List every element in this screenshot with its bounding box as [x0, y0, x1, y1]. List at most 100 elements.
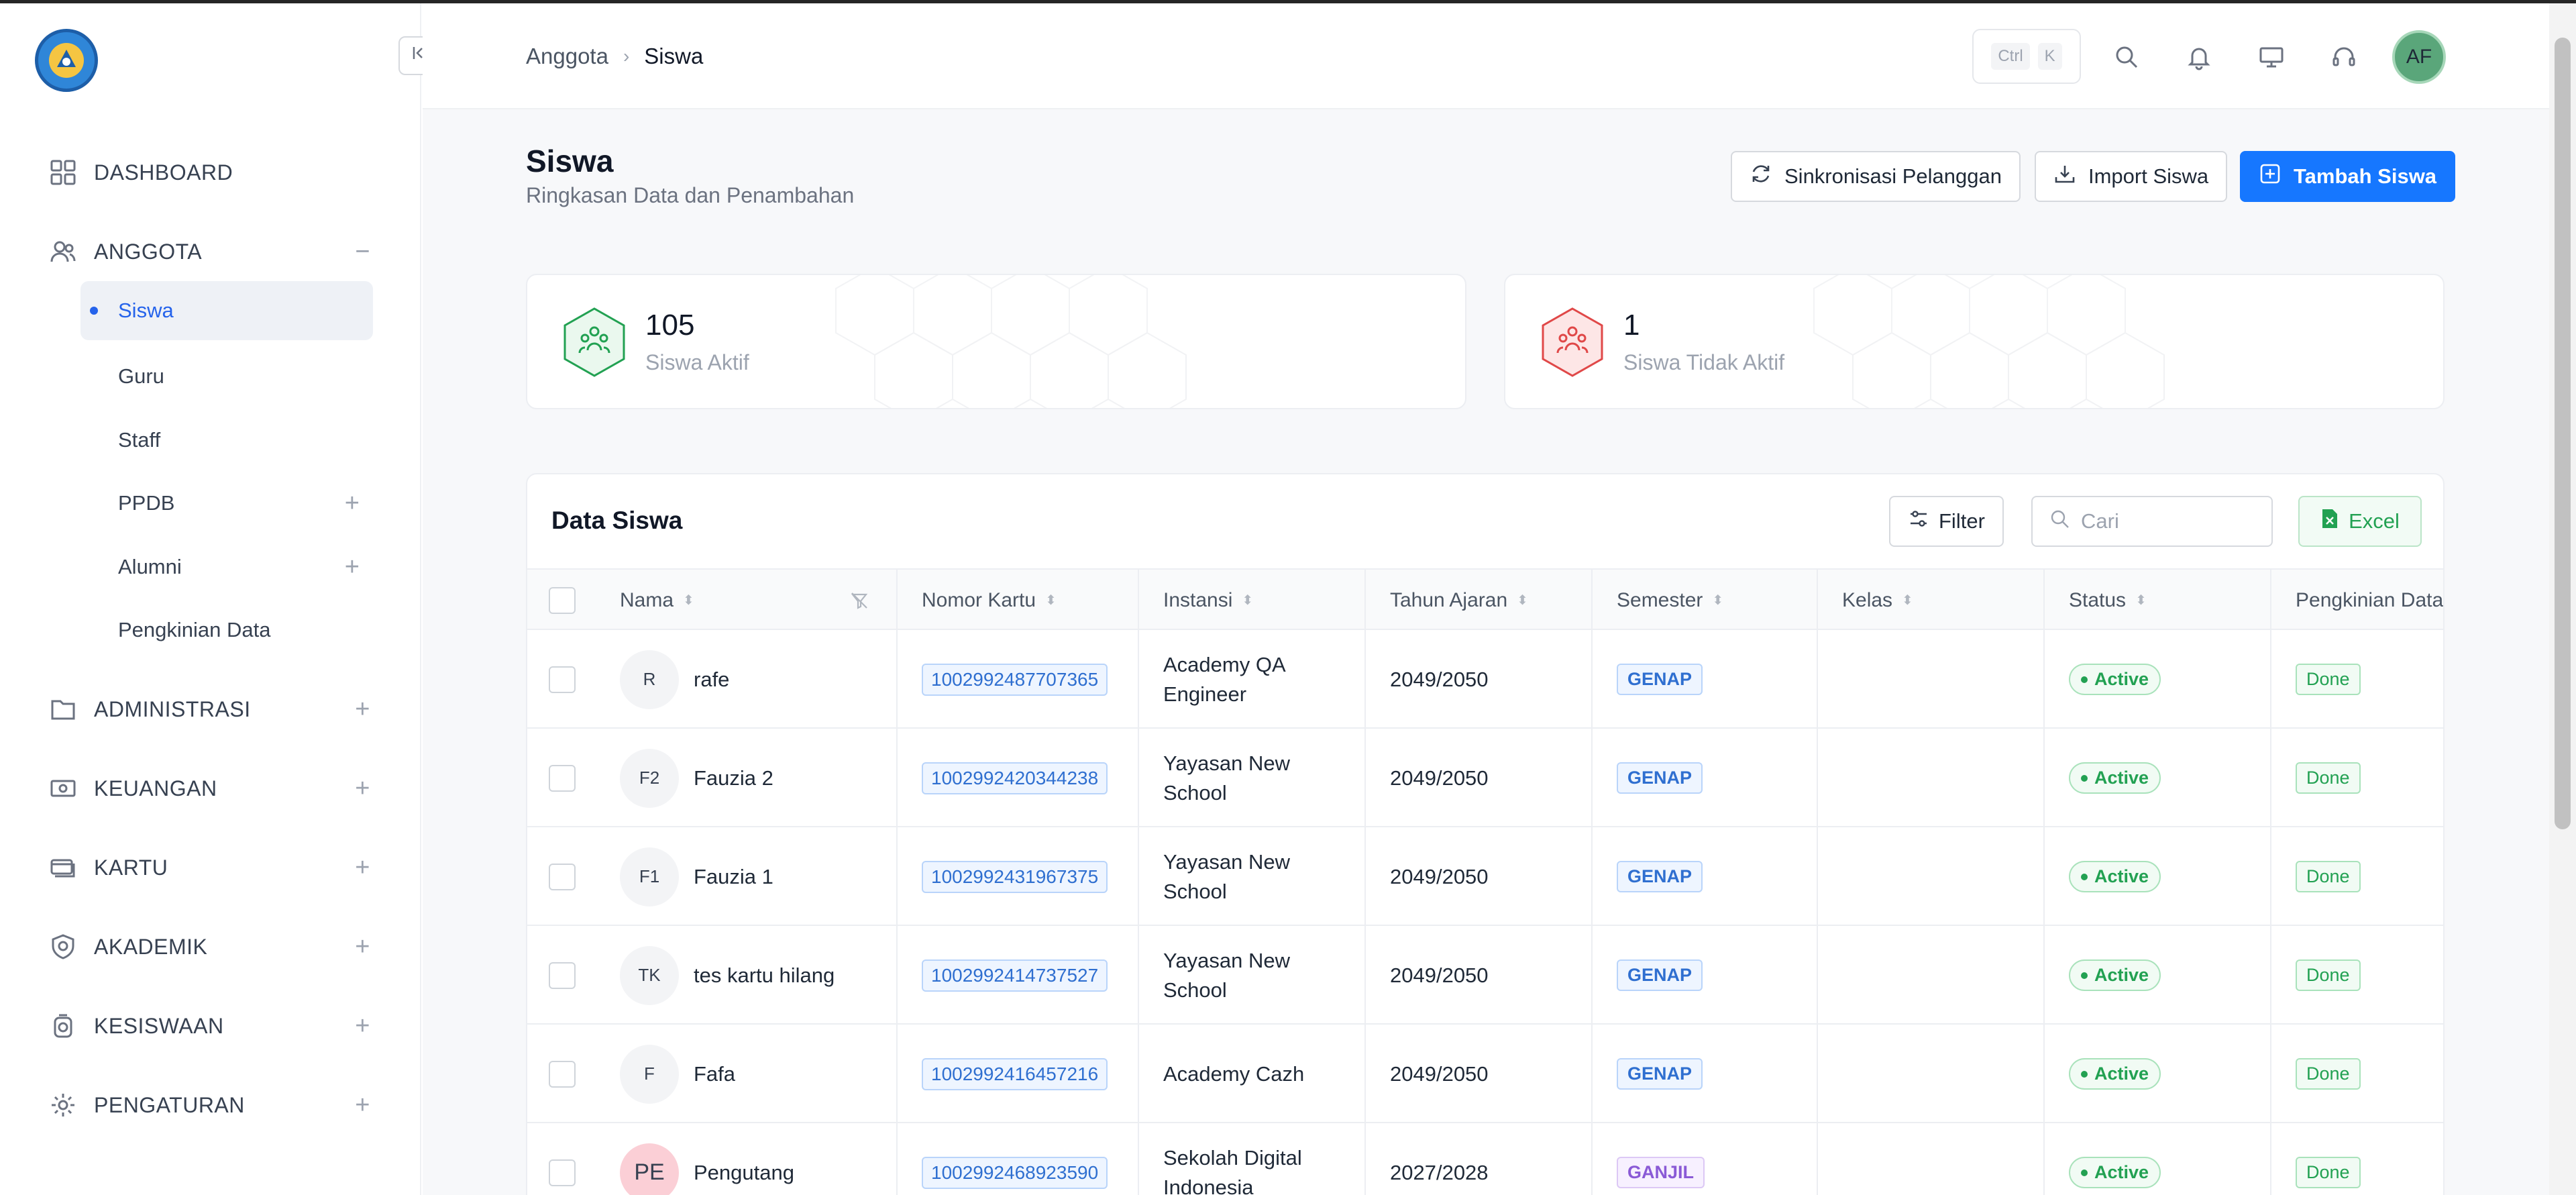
sort-icon[interactable]: ⬍: [1902, 594, 1913, 607]
sidebar-item-kesiswaan[interactable]: KESISWAAN +: [48, 1006, 370, 1046]
student-name[interactable]: Fauzia 2: [694, 766, 773, 790]
student-name[interactable]: Fafa: [694, 1062, 735, 1086]
table-row[interactable]: TK tes kartu hilang 1002992414737527 Yay…: [527, 926, 2443, 1025]
table-row[interactable]: F Fafa 1002992416457216 Academy Cazh 204…: [527, 1025, 2443, 1123]
column-clear-filter-icon[interactable]: [849, 570, 869, 631]
column-status[interactable]: Status ⬍: [2069, 570, 2147, 631]
sort-icon[interactable]: ⬍: [1517, 594, 1528, 607]
row-avatar: PE: [620, 1143, 679, 1195]
user-avatar[interactable]: AF: [2392, 30, 2446, 84]
search-input[interactable]: Cari: [2031, 496, 2273, 547]
table-row[interactable]: PE Pengutang 1002992468923590 Sekolah Di…: [527, 1123, 2443, 1195]
expand-plus-icon[interactable]: +: [355, 853, 370, 882]
search-placeholder: Cari: [2081, 509, 2119, 533]
student-name[interactable]: Pengutang: [694, 1161, 794, 1185]
sidebar-subitem-guru[interactable]: Guru: [80, 347, 373, 406]
column-semester[interactable]: Semester ⬍: [1617, 570, 1723, 631]
table-row[interactable]: F2 Fauzia 2 1002992420344238 Yayasan New…: [527, 729, 2443, 827]
expand-plus-icon[interactable]: +: [355, 1012, 370, 1041]
import-students-button[interactable]: Import Siswa: [2035, 151, 2228, 202]
column-tahun-ajaran[interactable]: Tahun Ajaran ⬍: [1390, 570, 1528, 631]
expand-plus-icon[interactable]: +: [355, 695, 370, 724]
expand-plus-icon[interactable]: +: [355, 1091, 370, 1120]
sidebar-subitem-ppdb[interactable]: PPDB +: [80, 474, 373, 533]
sidebar-subitem-label: Siswa: [118, 299, 174, 322]
sort-icon[interactable]: ⬍: [683, 594, 694, 607]
sidebar-item-label: ANGGOTA: [94, 239, 203, 264]
column-nomor-kartu[interactable]: Nomor Kartu ⬍: [922, 570, 1057, 631]
sort-icon[interactable]: ⬍: [1242, 594, 1253, 607]
sliders-icon: [1908, 508, 1929, 535]
breadcrumb-separator: ›: [623, 46, 630, 66]
sort-icon[interactable]: ⬍: [1045, 594, 1057, 607]
sidebar-item-keuangan[interactable]: KEUANGAN +: [48, 768, 370, 809]
page-subtitle: Ringkasan Data dan Penambahan: [526, 183, 855, 207]
column-nama[interactable]: Nama ⬍: [620, 570, 694, 631]
row-checkbox[interactable]: [549, 1159, 576, 1186]
kbd-ctrl: Ctrl: [1991, 43, 2030, 70]
student-name[interactable]: rafe: [694, 668, 729, 692]
filter-button[interactable]: Filter: [1889, 496, 2004, 547]
add-student-button[interactable]: Tambah Siswa: [2240, 151, 2456, 202]
sort-icon[interactable]: ⬍: [1712, 594, 1723, 607]
card-icon: [48, 853, 78, 882]
sidebar-item-anggota[interactable]: ANGGOTA −: [48, 231, 370, 272]
table-row[interactable]: R rafe 1002992487707365 Academy QA Engine…: [527, 630, 2443, 729]
expand-plus-icon[interactable]: +: [355, 933, 370, 962]
sidebar-item-akademik[interactable]: AKADEMIK +: [48, 927, 370, 967]
sidebar-subitem-siswa[interactable]: Siswa: [80, 281, 373, 340]
hexagon-pattern: [835, 275, 1187, 408]
scrollbar-thumb[interactable]: [2555, 38, 2571, 829]
academic-year: 2049/2050: [1390, 963, 1489, 987]
sort-icon[interactable]: ⬍: [2135, 594, 2147, 607]
table-row[interactable]: F1 Fauzia 1 1002992431967375 Yayasan New…: [527, 827, 2443, 926]
student-name[interactable]: tes kartu hilang: [694, 964, 835, 988]
sidebar-item-administrasi[interactable]: ADMINISTRASI +: [48, 689, 370, 729]
page-title: Siswa: [526, 144, 614, 178]
row-checkbox[interactable]: [549, 1060, 576, 1088]
export-excel-button[interactable]: Excel: [2298, 496, 2422, 547]
expand-plus-icon[interactable]: +: [355, 774, 370, 803]
sidebar-subitem-alumni[interactable]: Alumni +: [80, 537, 373, 596]
bell-icon[interactable]: [2182, 40, 2216, 74]
sidebar-item-pengaturan[interactable]: PENGATURAN +: [48, 1085, 370, 1125]
breadcrumb-parent[interactable]: Anggota: [526, 44, 608, 69]
sidebar-subitem-staff[interactable]: Staff: [80, 411, 373, 470]
row-checkbox[interactable]: [549, 863, 576, 890]
gear-icon: [48, 1090, 78, 1120]
row-avatar: F2: [620, 748, 679, 808]
sidebar-item-dashboard[interactable]: DASHBOARD: [48, 152, 370, 193]
breadcrumb-current: Siswa: [644, 44, 704, 68]
import-students-label: Import Siswa: [2088, 164, 2209, 188]
column-pengkinian-data[interactable]: Pengkinian Data: [2296, 570, 2443, 631]
sidebar-item-kartu[interactable]: KARTU +: [48, 847, 370, 888]
row-avatar: F1: [620, 847, 679, 906]
column-kelas[interactable]: Kelas ⬍: [1842, 570, 1913, 631]
select-all-checkbox[interactable]: [549, 570, 576, 631]
semester-badge: GENAP: [1617, 1058, 1703, 1090]
row-checkbox[interactable]: [549, 962, 576, 989]
sidebar-subitem-label: PPDB: [118, 491, 175, 515]
monitor-icon[interactable]: [2254, 40, 2289, 74]
card-number-badge: 1002992416457216: [922, 1057, 1108, 1090]
row-checkbox[interactable]: [549, 666, 576, 693]
expand-plus-icon[interactable]: +: [345, 489, 360, 518]
academic-year: 2027/2028: [1390, 1160, 1489, 1184]
sync-customers-label: Sinkronisasi Pelanggan: [1784, 164, 2002, 188]
collapse-minus-icon[interactable]: −: [355, 238, 370, 266]
app-logo[interactable]: [35, 29, 98, 92]
excel-label: Excel: [2349, 509, 2400, 533]
headset-icon[interactable]: [2326, 40, 2361, 74]
student-name[interactable]: Fauzia 1: [694, 865, 773, 889]
command-palette-shortcut[interactable]: Ctrl K: [1972, 29, 2081, 84]
card-number-badge: 1002992487707365: [922, 663, 1108, 696]
sidebar-item-label: AKADEMIK: [94, 934, 208, 959]
instansi-cell: Yayasan New School: [1163, 751, 1290, 804]
column-instansi[interactable]: Instansi ⬍: [1163, 570, 1253, 631]
sync-customers-button[interactable]: Sinkronisasi Pelanggan: [1731, 151, 2021, 202]
sidebar-subitem-pengkinian-data[interactable]: Pengkinian Data: [80, 601, 373, 660]
search-icon[interactable]: [2109, 40, 2144, 74]
expand-plus-icon[interactable]: +: [345, 553, 360, 582]
row-checkbox[interactable]: [549, 764, 576, 792]
table-title: Data Siswa: [551, 507, 683, 534]
